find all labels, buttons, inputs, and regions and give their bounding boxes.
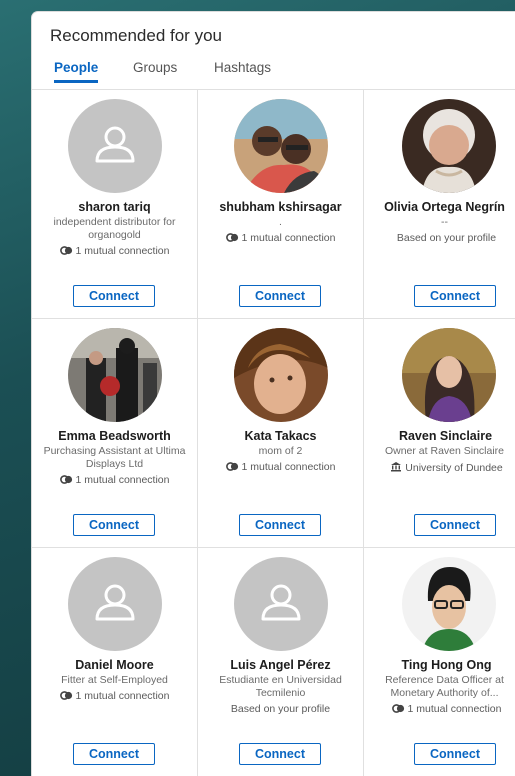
person-meta: 1 mutual connection [198, 232, 363, 245]
profile-photo-icon [402, 557, 496, 651]
avatar-placeholder [233, 557, 328, 651]
person-name[interactable]: shubham kshirsagar [198, 200, 363, 214]
profile-photo-icon [67, 328, 162, 422]
person-card[interactable]: shubham kshirsagar . 1 mutual connection… [198, 90, 364, 319]
person-headline: mom of 2 [258, 445, 303, 457]
profile-photo-icon [402, 328, 496, 422]
person-meta: 1 mutual connection [378, 703, 515, 716]
person-meta: 1 mutual connection [32, 690, 197, 703]
profile-photo-icon [233, 328, 328, 422]
person-meta: Based on your profile [396, 232, 497, 244]
connect-button[interactable]: Connect [414, 743, 496, 765]
connect-button[interactable]: Connect [239, 285, 321, 307]
mutual-connection-icon [59, 475, 73, 487]
person-headline: -- [441, 216, 448, 228]
person-card[interactable]: Luis Angel Pérez Estudiante en Universid… [198, 548, 364, 776]
person-name[interactable]: Emma Beadsworth [32, 429, 197, 443]
avatar-photo [233, 328, 328, 422]
person-placeholder-icon [95, 584, 134, 621]
person-card[interactable]: Emma Beadsworth Purchasing Assistant at … [32, 319, 198, 548]
connect-button[interactable]: Connect [239, 743, 321, 765]
avatar-photo [233, 99, 328, 193]
person-headline: independent distributor for organogold [53, 216, 176, 241]
person-headline: Owner at Raven Sinclaire [384, 445, 505, 457]
person-card[interactable]: Olivia Ortega Negrín -- Based on your pr… [364, 90, 515, 319]
person-name[interactable]: sharon tariq [32, 200, 197, 214]
avatar-placeholder [67, 99, 162, 193]
avatar-placeholder [67, 557, 162, 651]
avatar-photo [67, 328, 162, 422]
person-card[interactable]: Daniel Moore Fitter at Self-Employed 1 m… [32, 548, 198, 776]
person-name[interactable]: Olivia Ortega Negrín [374, 200, 515, 214]
person-card[interactable]: Ting Hong Ong Reference Data Officer at … [364, 548, 515, 776]
connect-button[interactable]: Connect [73, 514, 155, 536]
university-icon [390, 461, 402, 475]
person-headline: . [279, 216, 282, 228]
person-placeholder-icon [95, 126, 134, 163]
mutual-connection-icon [225, 233, 239, 245]
people-grid: sharon tariq independent distributor for… [32, 89, 515, 776]
person-name[interactable]: Raven Sinclaire [376, 429, 515, 443]
connect-button[interactable]: Connect [239, 514, 321, 536]
avatar-photo [402, 328, 496, 422]
mutual-connection-icon [59, 246, 73, 258]
recommendations-panel: Recommended for you People Groups Hashta… [32, 12, 515, 776]
profile-photo-icon [233, 99, 328, 193]
person-headline: Estudiante en Universidad Tecmilenio [219, 674, 342, 699]
person-name[interactable]: Ting Hong Ong [378, 658, 515, 672]
mutual-connection-icon [59, 691, 73, 703]
tab-hashtags[interactable]: Hashtags [214, 60, 271, 83]
mutual-connection-icon [225, 462, 239, 474]
person-meta: Based on your profile [230, 703, 331, 715]
person-placeholder-icon [261, 584, 300, 621]
tab-people[interactable]: People [54, 60, 99, 83]
connect-button[interactable]: Connect [414, 514, 496, 536]
avatar-photo [402, 557, 496, 651]
connect-button[interactable]: Connect [73, 743, 155, 765]
tab-bar: People Groups Hashtags [32, 60, 515, 90]
panel-title: Recommended for you [50, 26, 222, 45]
mutual-connection-icon [391, 704, 405, 716]
person-name[interactable]: Kata Takacs [198, 429, 363, 443]
person-card[interactable]: Raven Sinclaire Owner at Raven Sinclaire… [364, 319, 515, 548]
person-meta: 1 mutual connection [32, 474, 197, 487]
person-name[interactable]: Daniel Moore [32, 658, 197, 672]
avatar-photo [402, 99, 496, 193]
person-headline: Reference Data Officer at Monetary Autho… [385, 674, 504, 699]
person-card[interactable]: sharon tariq independent distributor for… [32, 90, 198, 319]
person-meta: 1 mutual connection [198, 461, 363, 474]
person-card[interactable]: Kata Takacs mom of 2 1 mutual connection… [198, 319, 364, 548]
person-name[interactable]: Luis Angel Pérez [198, 658, 363, 672]
person-headline: Fitter at Self-Employed [61, 674, 168, 686]
connect-button[interactable]: Connect [414, 285, 496, 307]
person-meta: 1 mutual connection [32, 245, 197, 258]
person-meta: University of Dundee [378, 461, 515, 475]
tab-groups[interactable]: Groups [133, 60, 177, 83]
connect-button[interactable]: Connect [73, 285, 155, 307]
person-headline: Purchasing Assistant at Ultima Displays … [43, 445, 186, 470]
profile-photo-icon [402, 99, 496, 193]
